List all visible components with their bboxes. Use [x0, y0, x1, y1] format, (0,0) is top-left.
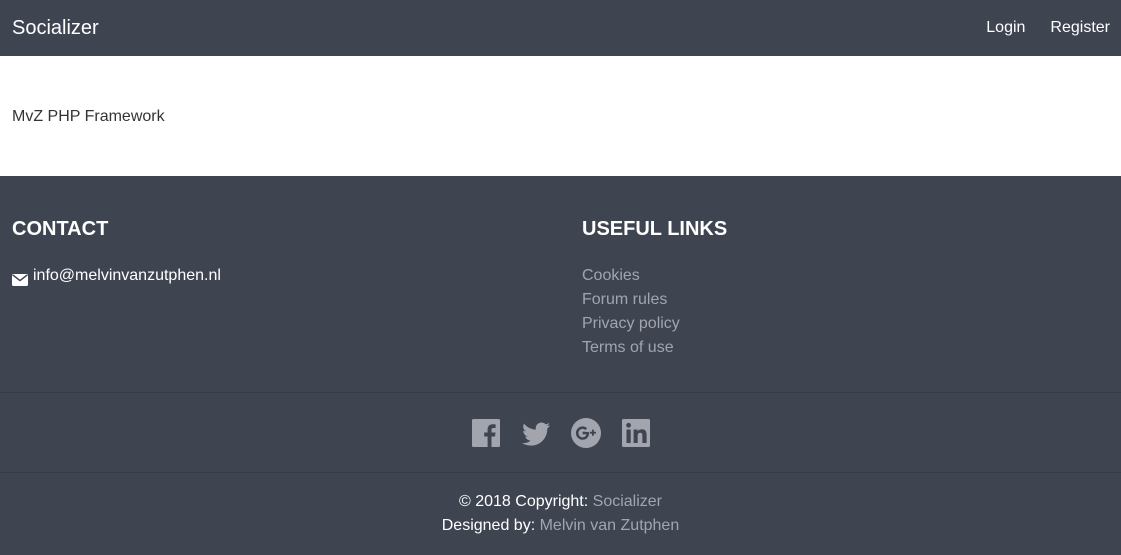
list-item: Terms of use	[582, 336, 727, 360]
footer-top: CONTACT info@melvinvanzutphen.nl USEFUL …	[0, 176, 1121, 393]
privacy-policy-link[interactable]: Privacy policy	[582, 315, 680, 332]
brand-link[interactable]: Socializer	[12, 17, 99, 40]
main-content: MvZ PHP Framework	[0, 56, 1121, 176]
useful-links-heading: USEFUL LINKS	[582, 218, 728, 240]
designed-by-prefix: Designed by:	[441, 517, 540, 534]
copyright-line: © 2018 Copyright: Socializer	[459, 490, 662, 514]
copyright-section: © 2018 Copyright: Socializer Designed by…	[0, 473, 1121, 555]
contact-heading: CONTACT	[12, 218, 109, 240]
footer: CONTACT info@melvinvanzutphen.nl USEFUL …	[0, 176, 1121, 555]
designer-link[interactable]: Melvin van Zutphen	[540, 517, 680, 534]
designed-by-line: Designed by: Melvin van Zutphen	[442, 514, 679, 538]
copyright-brand-link[interactable]: Socializer	[593, 493, 662, 510]
copyright-prefix: © 2018 Copyright:	[459, 493, 593, 510]
useful-links-column: USEFUL LINKS Cookies Forum rules Privacy…	[582, 217, 727, 360]
forum-rules-link[interactable]: Forum rules	[582, 291, 667, 308]
main-text: MvZ PHP Framework	[12, 108, 165, 125]
nav-links: Login Register	[961, 19, 1110, 37]
linkedin-icon[interactable]	[620, 417, 652, 449]
terms-of-use-link[interactable]: Terms of use	[582, 339, 674, 356]
login-link[interactable]: Login	[986, 19, 1025, 37]
contact-email[interactable]: info@melvinvanzutphen.nl	[33, 264, 221, 288]
contact-column: CONTACT info@melvinvanzutphen.nl	[12, 217, 221, 288]
useful-links-list: Cookies Forum rules Privacy policy Terms…	[582, 264, 727, 360]
envelope-icon	[12, 270, 28, 286]
google-plus-icon[interactable]	[570, 417, 602, 449]
register-link[interactable]: Register	[1050, 19, 1110, 37]
contact-email-line: info@melvinvanzutphen.nl	[12, 264, 221, 288]
facebook-icon[interactable]	[470, 417, 502, 449]
navbar: Socializer Login Register	[0, 0, 1121, 56]
list-item: Forum rules	[582, 288, 727, 312]
list-item: Privacy policy	[582, 312, 727, 336]
cookies-link[interactable]: Cookies	[582, 267, 640, 284]
twitter-icon[interactable]	[520, 417, 552, 449]
list-item: Cookies	[582, 264, 727, 288]
social-links	[0, 393, 1121, 473]
